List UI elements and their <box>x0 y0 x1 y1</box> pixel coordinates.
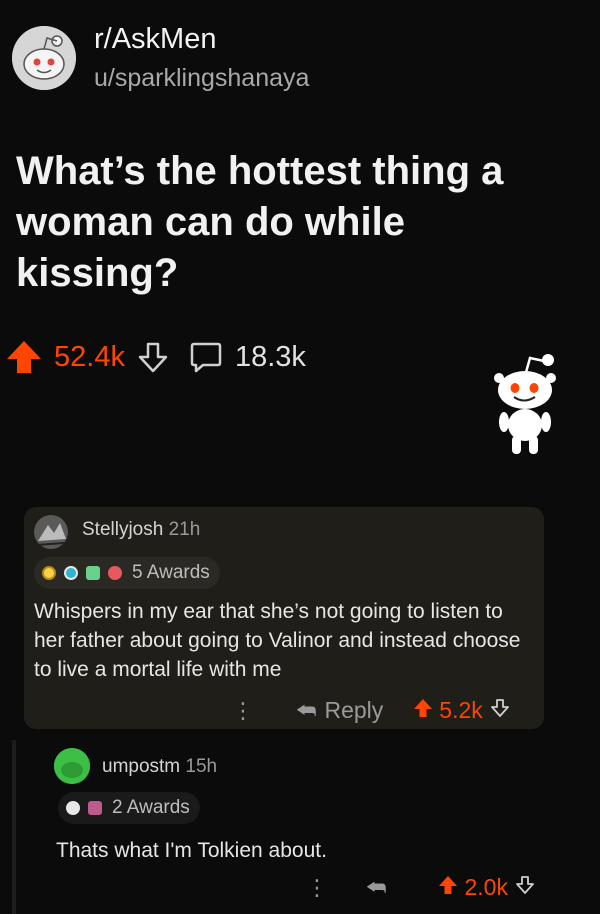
comment-body[interactable]: Thats what I'm Tolkien about. <box>56 836 327 865</box>
thread-line <box>12 740 16 914</box>
upvote-icon[interactable] <box>413 697 433 724</box>
post-title[interactable]: What’s the hottest thing a woman can do … <box>16 146 556 299</box>
comment-author-line: Stellyjosh 21h <box>82 519 200 541</box>
comment-time: 15h <box>185 756 218 777</box>
comment-body[interactable]: Whispers in my ear that she’s not going … <box>34 597 534 684</box>
award-helpful-icon <box>64 566 78 580</box>
awards-count: 2 Awards <box>112 797 190 818</box>
post-header: r/AskMen u/sparklingshanaya <box>12 22 309 94</box>
comment-score: 2.0k <box>464 874 508 900</box>
downvote-icon[interactable] <box>137 340 169 374</box>
comment-author-line: umpostm 15h <box>102 756 217 778</box>
comment-score: 5.2k <box>439 697 483 723</box>
comment-time: 21h <box>168 519 201 540</box>
snoo-mascot-icon <box>490 350 560 460</box>
more-options-icon[interactable]: ⋮ <box>306 875 328 901</box>
reply-icon[interactable]: ⮪ <box>366 875 386 901</box>
upvote-icon[interactable] <box>438 874 458 901</box>
downvote-icon[interactable] <box>490 697 509 724</box>
subreddit-name[interactable]: r/AskMen <box>94 22 309 56</box>
upvote-icon[interactable] <box>4 337 44 377</box>
comment-icon[interactable] <box>189 340 223 374</box>
awards-badge[interactable]: 5 Awards <box>34 557 220 589</box>
comment-card: Stellyjosh 21h 5 Awards Whispers in my e… <box>24 507 544 729</box>
commenter-avatar-icon[interactable] <box>34 515 68 549</box>
reply-button[interactable]: Reply <box>324 697 383 724</box>
award-gold-icon <box>42 566 56 580</box>
commenter-avatar-icon[interactable] <box>54 748 90 784</box>
post-actions: 52.4k 18.3k <box>4 337 306 377</box>
comment-actions: ⋮ ⮪ 2.0k <box>306 874 534 901</box>
reply-icon[interactable]: ⮪ <box>296 698 316 724</box>
comment-author[interactable]: umpostm <box>102 756 180 777</box>
comment-author[interactable]: Stellyjosh <box>82 519 163 540</box>
award-heart-icon <box>108 566 122 580</box>
awards-badge[interactable]: 2 Awards <box>58 792 200 824</box>
award-silver-icon <box>66 801 80 815</box>
award-trophy-icon <box>86 566 100 580</box>
post-score: 52.4k <box>54 340 125 373</box>
award-wholesome-icon <box>88 801 102 815</box>
more-options-icon[interactable]: ⋮ <box>232 698 254 724</box>
subreddit-avatar-icon[interactable] <box>12 26 76 90</box>
post-author[interactable]: u/sparklingshanaya <box>94 62 309 94</box>
comment-actions: ⋮ ⮪ Reply 5.2k <box>232 697 509 724</box>
awards-count: 5 Awards <box>132 562 210 583</box>
downvote-icon[interactable] <box>516 874 534 901</box>
comment-count: 18.3k <box>234 340 306 373</box>
